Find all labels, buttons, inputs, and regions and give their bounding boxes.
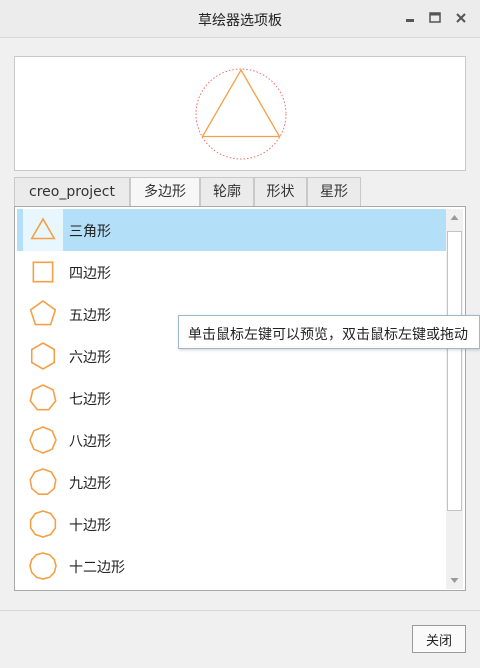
hint-tooltip: 单击鼠标左键可以预览，双击鼠标左键或拖动 xyxy=(178,315,480,349)
shape-list: 三角形四边形五边形六边形七边形八边形九边形十边形十二边形 xyxy=(14,206,466,591)
footer-divider xyxy=(0,610,480,611)
list-item-label: 九边形 xyxy=(69,476,111,492)
tab-shape[interactable]: 形状 xyxy=(254,177,307,207)
list-item-label: 四边形 xyxy=(69,266,111,282)
octagon-icon xyxy=(23,419,63,461)
triangle-icon xyxy=(201,68,281,138)
list-item-label: 六边形 xyxy=(69,350,111,366)
dodecagon-icon xyxy=(23,545,63,587)
list-item[interactable]: 七边形 xyxy=(17,377,446,419)
scroll-down-icon[interactable] xyxy=(446,572,463,589)
title-bar: 草绘器选项板 xyxy=(0,0,480,38)
preview-panel xyxy=(14,56,466,171)
pentagon-icon xyxy=(23,293,63,335)
list-item[interactable]: 八边形 xyxy=(17,419,446,461)
close-button[interactable]: 关闭 xyxy=(412,625,466,653)
list-item[interactable]: 四边形 xyxy=(17,251,446,293)
triangle-icon xyxy=(23,209,63,251)
list-item[interactable]: 九边形 xyxy=(17,461,446,503)
list-item-label: 十边形 xyxy=(69,518,111,534)
heptagon-icon xyxy=(23,377,63,419)
tab-creo-project[interactable]: creo_project xyxy=(14,177,130,207)
scrollbar-thumb[interactable] xyxy=(447,231,462,511)
preview-canvas xyxy=(195,68,287,160)
tab-star[interactable]: 星形 xyxy=(307,177,361,207)
nonagon-icon xyxy=(23,461,63,503)
list-item[interactable]: 十二边形 xyxy=(17,545,446,587)
list-item-label: 八边形 xyxy=(69,434,111,450)
list-item[interactable]: 三角形 xyxy=(17,209,446,251)
maximize-icon[interactable] xyxy=(427,10,443,26)
decagon-icon xyxy=(23,503,63,545)
list-item-label: 七边形 xyxy=(69,392,111,408)
list-item-label: 三角形 xyxy=(69,224,111,240)
hexagon-icon xyxy=(23,335,63,377)
tab-profile[interactable]: 轮廓 xyxy=(200,177,254,207)
minimize-icon[interactable] xyxy=(402,10,418,26)
preview-guide-circle xyxy=(195,68,287,160)
scroll-up-icon[interactable] xyxy=(446,209,463,226)
list-item-label: 十二边形 xyxy=(69,560,125,576)
tooltip-text: 单击鼠标左键可以预览，双击鼠标左键或拖动 xyxy=(188,327,468,343)
close-icon[interactable] xyxy=(453,10,469,26)
list-item[interactable]: 十边形 xyxy=(17,503,446,545)
shape-list-items: 三角形四边形五边形六边形七边形八边形九边形十边形十二边形 xyxy=(17,209,446,589)
square-icon xyxy=(23,251,63,293)
tab-polygon[interactable]: 多边形 xyxy=(130,177,200,208)
list-item-label: 五边形 xyxy=(69,308,111,324)
vertical-scrollbar[interactable] xyxy=(446,209,463,589)
